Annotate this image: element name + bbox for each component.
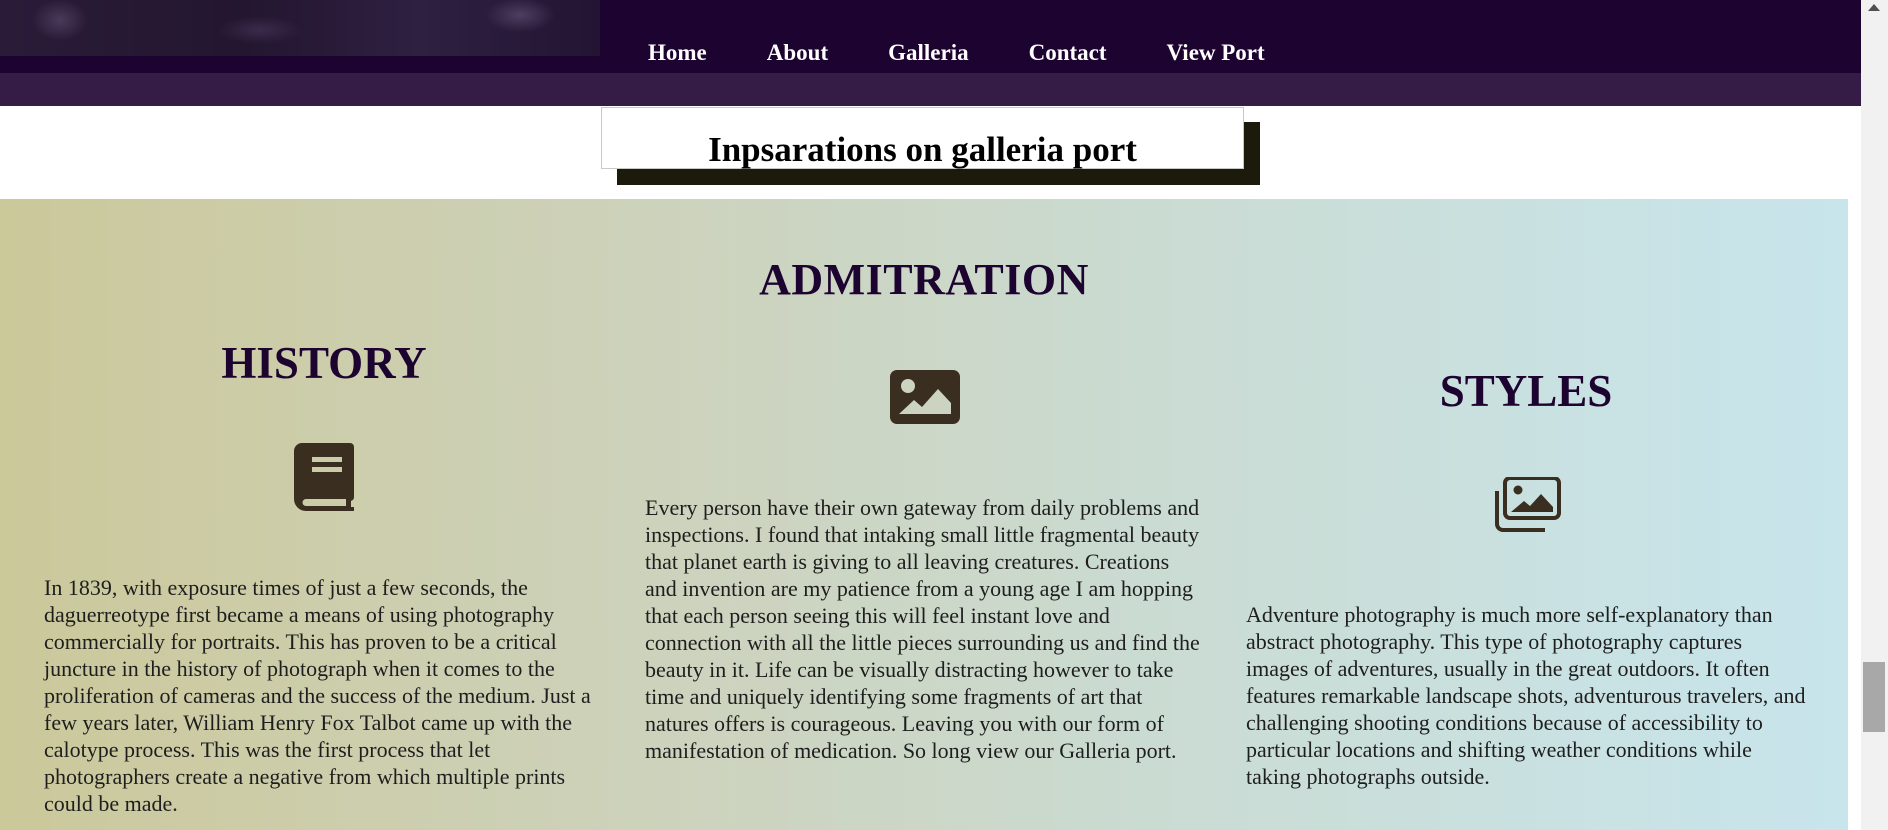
top-nav: Home About Galleria Contact View Port xyxy=(0,0,1861,106)
nav-link-home[interactable]: Home xyxy=(648,40,707,66)
history-heading: HISTORY xyxy=(221,338,427,388)
section-heading: ADMITRATION xyxy=(759,255,1089,304)
nav-link-about[interactable]: About xyxy=(767,40,828,66)
images-icon xyxy=(1491,476,1561,538)
nav-link-view-port[interactable]: View Port xyxy=(1167,40,1265,66)
nav-link-contact[interactable]: Contact xyxy=(1029,40,1107,66)
page-title: Inpsarations on galleria port xyxy=(708,130,1137,169)
styles-text: Adventure photography is much more self-… xyxy=(1246,602,1806,789)
main-section: ADMITRATION HISTORY In 1839, with exposu… xyxy=(0,199,1848,830)
styles-heading: STYLES xyxy=(1439,366,1613,416)
history-text: In 1839, with exposure times of just a f… xyxy=(44,575,591,816)
scroll-up-arrow-icon[interactable] xyxy=(1868,4,1880,11)
title-box: Inpsarations on galleria port xyxy=(601,107,1244,169)
nav-links: Home About Galleria Contact View Port xyxy=(648,40,1325,66)
page-scrollbar[interactable] xyxy=(1861,0,1888,830)
nav-link-galleria[interactable]: Galleria xyxy=(888,40,968,66)
nav-background-photo xyxy=(0,0,600,56)
admitration-text: Every person have their own gateway from… xyxy=(645,495,1200,763)
nav-bottom-strip xyxy=(0,73,1861,106)
book-icon xyxy=(294,443,355,516)
scroll-thumb[interactable] xyxy=(1863,662,1885,732)
image-icon xyxy=(890,370,960,429)
